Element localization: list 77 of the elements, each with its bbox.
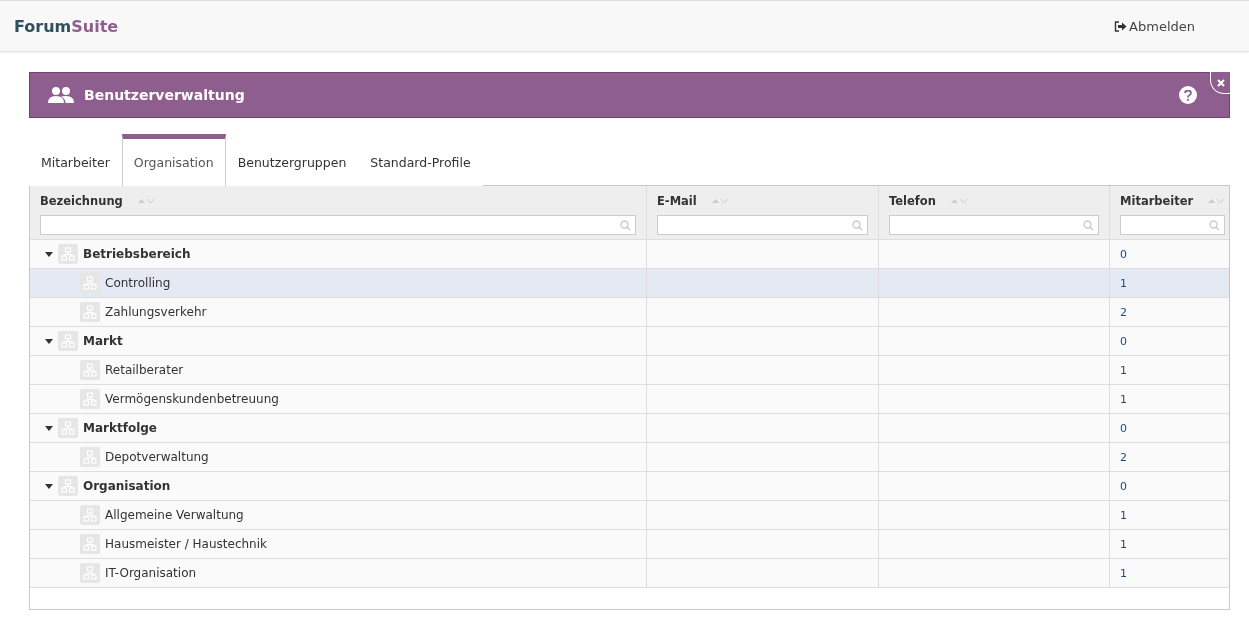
logout-link[interactable]: Abmelden	[1114, 18, 1195, 34]
org-unit-name: Zahlungsverkehr	[105, 305, 207, 319]
table-row[interactable]: Zahlungsverkehr 2	[30, 298, 1229, 327]
org-unit-name: Marktfolge	[83, 421, 157, 435]
org-unit-name: Markt	[83, 334, 123, 348]
column-header: Bezeichnung	[40, 193, 123, 208]
org-unit-name: Depotverwaltung	[105, 450, 209, 464]
org-chart-icon	[80, 302, 100, 322]
org-unit-name: Allgemeine Verwaltung	[105, 508, 244, 522]
column-header: Mitarbeiter	[1120, 193, 1194, 208]
table-row[interactable]: Vermögenskundenbetreuung 1	[30, 385, 1229, 414]
filter-field[interactable]	[1120, 215, 1226, 235]
search-icon	[852, 219, 863, 231]
table-row[interactable]: Allgemeine Verwaltung 1	[30, 501, 1229, 530]
column-header: E-Mail	[657, 193, 697, 208]
users-icon	[47, 86, 75, 104]
org-chart-icon	[80, 505, 100, 525]
help-icon[interactable]	[1179, 86, 1197, 104]
brand-logo: ForumSuite	[14, 16, 119, 36]
search-icon	[620, 219, 631, 231]
table-row[interactable]: Hausmeister / Haustechnik 1	[30, 530, 1229, 559]
org-unit-name: Controlling	[105, 276, 171, 290]
employee-count[interactable]: 1	[1120, 537, 1127, 551]
panel-title: Benutzerverwaltung	[84, 87, 246, 103]
employee-count[interactable]: 0	[1120, 247, 1127, 261]
sort-icon[interactable]	[710, 196, 729, 205]
org-chart-icon	[58, 244, 78, 264]
logout-icon	[1114, 20, 1128, 32]
employee-count[interactable]: 0	[1120, 334, 1127, 348]
org-chart-icon	[80, 273, 100, 293]
org-unit-name: Retailberater	[105, 363, 184, 377]
column-header: Telefon	[889, 193, 936, 208]
filter-field[interactable]	[657, 215, 868, 235]
org-chart-icon	[58, 418, 78, 438]
org-unit-name: IT-Organisation	[105, 566, 197, 580]
search-icon	[1083, 219, 1094, 231]
filter-field[interactable]	[889, 215, 1099, 235]
table-row[interactable]: Organisation 0	[30, 472, 1229, 501]
org-chart-icon	[80, 563, 100, 583]
org-chart-icon	[80, 360, 100, 380]
employee-count[interactable]: 1	[1120, 508, 1127, 522]
sort-icon[interactable]	[1207, 196, 1226, 205]
caret-icon[interactable]	[45, 251, 53, 257]
table-row[interactable]: Depotverwaltung 2	[30, 443, 1229, 472]
filter-field[interactable]	[40, 215, 636, 235]
org-unit-name: Vermögenskundenbetreuung	[105, 392, 279, 406]
employee-count[interactable]: 1	[1120, 566, 1127, 580]
close-icon	[1216, 78, 1225, 87]
close-button[interactable]	[1210, 72, 1230, 94]
table-row[interactable]: Markt 0	[30, 327, 1229, 356]
caret-icon[interactable]	[45, 425, 53, 431]
sort-icon[interactable]	[949, 196, 968, 205]
org-unit-name: Betriebsbereich	[83, 247, 191, 261]
employee-count[interactable]: 2	[1120, 305, 1127, 319]
caret-icon[interactable]	[45, 338, 53, 344]
employee-count[interactable]: 1	[1120, 363, 1127, 377]
org-chart-icon	[80, 534, 100, 554]
table-row[interactable]: Marktfolge 0	[30, 414, 1229, 443]
employee-count[interactable]: 1	[1120, 276, 1127, 290]
table-row[interactable]: Betriebsbereich 0	[30, 240, 1229, 269]
table-row[interactable]: Controlling 1	[30, 269, 1229, 298]
tab[interactable]: Organisation	[121, 134, 226, 186]
org-chart-icon	[80, 389, 100, 409]
table-row[interactable]: IT-Organisation 1	[30, 559, 1229, 588]
employee-count[interactable]: 0	[1120, 421, 1127, 435]
org-unit-name: Hausmeister / Haustechnik	[105, 537, 267, 551]
table-row[interactable]: Retailberater 1	[30, 356, 1229, 385]
employee-count[interactable]: 2	[1120, 450, 1127, 464]
employee-count[interactable]: 1	[1120, 392, 1127, 406]
caret-icon[interactable]	[45, 483, 53, 489]
sort-icon[interactable]	[136, 196, 155, 205]
org-chart-icon	[58, 476, 78, 496]
search-icon	[1209, 219, 1221, 231]
org-unit-name: Organisation	[83, 479, 171, 493]
org-chart-icon	[58, 331, 78, 351]
org-chart-icon	[80, 447, 100, 467]
employee-count[interactable]: 0	[1120, 479, 1127, 493]
